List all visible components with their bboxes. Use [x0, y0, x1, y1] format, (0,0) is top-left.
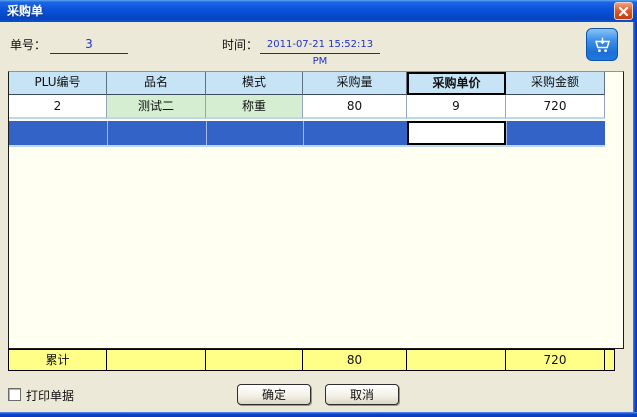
window-border-bottom [0, 412, 637, 417]
row1-cell-name[interactable]: 测试二 [107, 95, 206, 119]
column-header-name[interactable]: 品名 [107, 72, 206, 95]
purchase-order-dialog: 采购单 单号： 3 时间： 2011-07-21 15:52:13 PM PLU… [0, 0, 637, 417]
column-header-unit-price[interactable]: 采购单价 [407, 72, 506, 95]
totals-unit-price [407, 350, 506, 370]
totals-cell-mode [206, 350, 303, 370]
row1-cell-amount[interactable]: 720 [506, 95, 605, 119]
shopping-cart-icon [592, 34, 613, 55]
selected-row-divider [506, 121, 507, 145]
window-border-right [633, 22, 637, 417]
close-icon [618, 6, 629, 17]
column-header-plu[interactable]: PLU编号 [9, 72, 107, 95]
column-header-amount[interactable]: 采购金额 [506, 72, 605, 95]
column-header-qty[interactable]: 采购量 [303, 72, 407, 95]
totals-label: 累计 [9, 350, 107, 370]
totals-cell-name [107, 350, 206, 370]
totals-stub [605, 350, 614, 370]
order-number-field[interactable]: 3 [50, 36, 128, 54]
time-label: 时间： [222, 36, 258, 53]
column-header-mode[interactable]: 模式 [206, 72, 303, 95]
order-number-label: 单号： [10, 36, 46, 53]
totals-qty: 80 [303, 350, 407, 370]
totals-row: 累计 80 720 [8, 349, 615, 371]
cart-button[interactable] [586, 28, 618, 61]
row1-cell-mode[interactable]: 称重 [206, 95, 303, 119]
ok-button[interactable]: 确定 [237, 384, 311, 405]
print-receipt-checkbox[interactable] [8, 388, 21, 401]
cancel-button[interactable]: 取消 [325, 384, 399, 405]
print-receipt-label: 打印单据 [26, 387, 74, 404]
row1-cell-unit-price[interactable]: 9 [407, 95, 506, 119]
time-field[interactable]: 2011-07-21 15:52:13 PM [260, 36, 380, 54]
window-title: 采购单 [7, 0, 43, 22]
row1-cell-qty[interactable]: 80 [303, 95, 407, 119]
purchase-items-grid: PLU编号 品名 模式 采购量 采购单价 采购金额 2 测试二 称重 80 9 … [8, 71, 624, 349]
selected-row-divider [206, 121, 207, 145]
close-button[interactable] [614, 2, 633, 20]
totals-amount: 720 [506, 350, 605, 370]
selected-row-divider [107, 121, 108, 145]
selected-row-divider [303, 121, 304, 145]
selected-row[interactable] [9, 121, 605, 147]
unit-price-edit-cell[interactable] [407, 121, 506, 145]
titlebar[interactable]: 采购单 [0, 0, 637, 22]
row1-cell-plu[interactable]: 2 [9, 95, 107, 119]
